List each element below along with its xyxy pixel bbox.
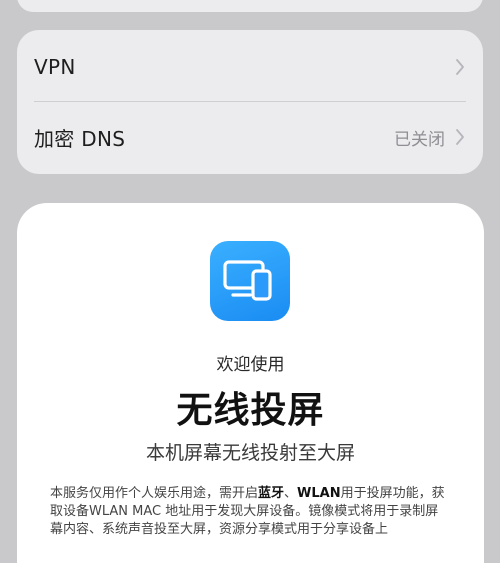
description-text: 本服务仅用作个人娱乐用途，需开启 xyxy=(50,486,259,501)
settings-card-above xyxy=(17,0,483,12)
chevron-right-icon xyxy=(456,129,464,145)
row-label: 加密 DNS xyxy=(34,126,126,151)
chevron-right-icon xyxy=(456,59,464,75)
service-description: 本服务仅用作个人娱乐用途，需开启蓝牙、WLAN用于投屏功能，获取设备WLAN M… xyxy=(50,485,450,539)
bluetooth-keyword: 蓝牙 xyxy=(258,486,285,501)
settings-card: VPN 加密 DNS 已关闭 xyxy=(17,30,483,174)
welcome-text: 欢迎使用 xyxy=(216,355,285,375)
separator: 、 xyxy=(284,486,298,501)
wireless-projection-sheet: 欢迎使用 无线投屏 本机屏幕无线投射至大屏 本服务仅用作个人娱乐用途，需开启蓝牙… xyxy=(17,203,484,563)
screen-cast-icon xyxy=(210,241,290,321)
settings-row-vpn[interactable]: VPN xyxy=(17,32,483,102)
row-label: VPN xyxy=(34,55,76,79)
dialog-title: 无线投屏 xyxy=(176,390,325,431)
row-value: 已关闭 xyxy=(394,129,445,150)
wlan-keyword: WLAN xyxy=(297,486,341,501)
dialog-subtitle: 本机屏幕无线投射至大屏 xyxy=(145,442,355,464)
settings-row-encrypted-dns[interactable]: 加密 DNS 已关闭 xyxy=(17,102,483,172)
